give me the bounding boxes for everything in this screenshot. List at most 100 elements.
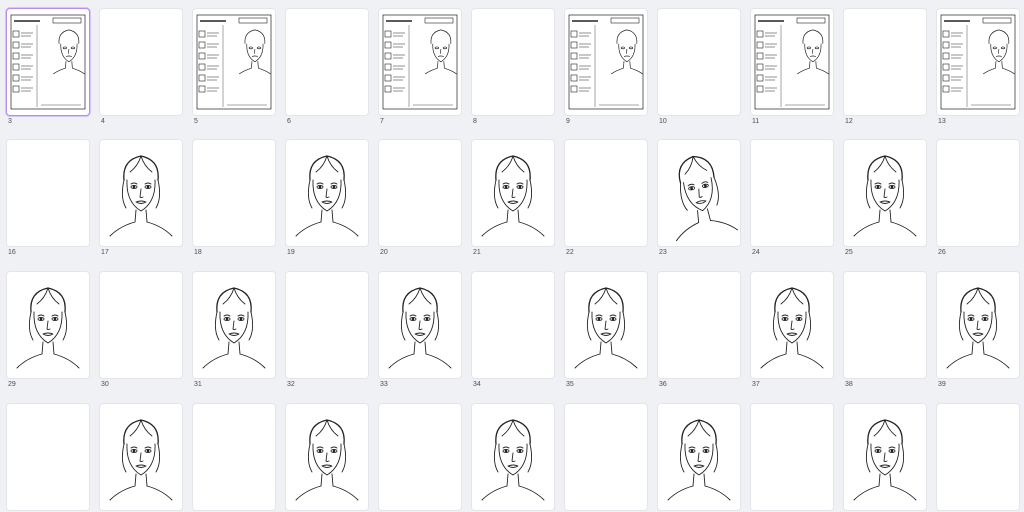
page-number-label: 16 — [8, 249, 16, 256]
blank-page-thumbnail[interactable] — [193, 140, 275, 246]
blank-page-thumbnail[interactable] — [286, 272, 368, 378]
page-thumbnail[interactable] — [100, 404, 182, 510]
blank-page-thumbnail[interactable] — [844, 272, 926, 378]
page-thumbnail[interactable] — [565, 9, 647, 115]
face-line-art-icon — [379, 272, 461, 378]
face-line-art-icon — [565, 272, 647, 378]
page-thumbnail[interactable] — [844, 140, 926, 246]
page-number-label: 24 — [752, 249, 760, 256]
blank-page-thumbnail[interactable] — [565, 404, 647, 510]
page-number-label: 8 — [473, 118, 477, 125]
page-thumbnail[interactable] — [658, 140, 740, 246]
blank-page-thumbnail[interactable] — [379, 404, 461, 510]
page-number-label: 26 — [938, 249, 946, 256]
page-number-label: 33 — [380, 381, 388, 388]
blank-page-thumbnail[interactable] — [658, 9, 740, 115]
page-thumbnail[interactable] — [844, 404, 926, 510]
page-thumbnail[interactable] — [193, 9, 275, 115]
face-line-art-icon — [193, 272, 275, 378]
makeup-practice-sheet-icon — [751, 9, 833, 115]
page-thumbnail[interactable] — [7, 9, 89, 115]
face-line-art-icon — [937, 272, 1019, 378]
page-thumbnail[interactable] — [937, 9, 1019, 115]
page-number-label: 5 — [194, 118, 198, 125]
blank-page-thumbnail[interactable] — [100, 9, 182, 115]
page-number-label: 37 — [752, 381, 760, 388]
page-number-label: 39 — [938, 381, 946, 388]
blank-page-thumbnail[interactable] — [565, 140, 647, 246]
blank-page-thumbnail[interactable] — [751, 404, 833, 510]
blank-page-thumbnail[interactable] — [658, 272, 740, 378]
page-thumbnail[interactable] — [565, 272, 647, 378]
blank-page-thumbnail[interactable] — [937, 404, 1019, 510]
makeup-practice-sheet-icon — [7, 9, 89, 115]
page-thumbnail-grid: 34 56 7 8 9 10 11 12 13 16 17 18 19 20 2… — [0, 0, 1024, 512]
face-line-art-icon — [7, 272, 89, 378]
blank-page-thumbnail[interactable] — [100, 272, 182, 378]
page-number-label: 31 — [194, 381, 202, 388]
page-number-label: 23 — [659, 249, 667, 256]
page-thumbnail[interactable] — [937, 272, 1019, 378]
face-line-art-icon — [472, 404, 554, 510]
page-thumbnail[interactable] — [286, 404, 368, 510]
blank-page-thumbnail[interactable] — [472, 9, 554, 115]
page-thumbnail[interactable] — [472, 140, 554, 246]
blank-page-thumbnail[interactable] — [379, 140, 461, 246]
face-line-art-icon — [844, 140, 926, 246]
page-number-label: 18 — [194, 249, 202, 256]
makeup-practice-sheet-icon — [379, 9, 461, 115]
page-number-label: 21 — [473, 249, 481, 256]
page-number-label: 11 — [752, 118, 760, 125]
page-number-label: 30 — [101, 381, 109, 388]
page-thumbnail[interactable] — [751, 9, 833, 115]
page-number-label: 20 — [380, 249, 388, 256]
page-number-label: 17 — [101, 249, 109, 256]
face-line-art-icon — [658, 404, 740, 510]
face-line-art-icon — [286, 404, 368, 510]
blank-page-thumbnail[interactable] — [286, 9, 368, 115]
page-thumbnail[interactable] — [658, 404, 740, 510]
makeup-practice-sheet-icon — [937, 9, 1019, 115]
page-number-label: 3 — [8, 118, 12, 125]
face-line-art-icon — [658, 140, 740, 246]
face-line-art-icon — [100, 404, 182, 510]
page-number-label: 12 — [845, 118, 853, 125]
page-number-label: 22 — [566, 249, 574, 256]
blank-page-thumbnail[interactable] — [751, 140, 833, 246]
page-number-label: 29 — [8, 381, 16, 388]
page-number-label: 4 — [101, 118, 105, 125]
page-number-label: 19 — [287, 249, 295, 256]
page-thumbnail[interactable] — [379, 272, 461, 378]
blank-page-thumbnail[interactable] — [7, 140, 89, 246]
page-thumbnail[interactable] — [193, 272, 275, 378]
page-number-label: 9 — [566, 118, 570, 125]
page-thumbnail[interactable] — [379, 9, 461, 115]
page-thumbnail[interactable] — [286, 140, 368, 246]
page-number-label: 10 — [659, 118, 667, 125]
face-line-art-icon — [751, 272, 833, 378]
page-thumbnail[interactable] — [7, 272, 89, 378]
blank-page-thumbnail[interactable] — [7, 404, 89, 510]
page-number-label: 38 — [845, 381, 853, 388]
page-number-label: 25 — [845, 249, 853, 256]
page-number-label: 36 — [659, 381, 667, 388]
page-number-label: 6 — [287, 118, 291, 125]
page-thumbnail[interactable] — [100, 140, 182, 246]
blank-page-thumbnail[interactable] — [193, 404, 275, 510]
face-line-art-icon — [844, 404, 926, 510]
page-number-label: 34 — [473, 381, 481, 388]
page-number-label: 7 — [380, 118, 384, 125]
face-line-art-icon — [100, 140, 182, 246]
blank-page-thumbnail[interactable] — [937, 140, 1019, 246]
page-thumbnail[interactable] — [751, 272, 833, 378]
page-number-label: 35 — [566, 381, 574, 388]
page-number-label: 32 — [287, 381, 295, 388]
face-line-art-icon — [286, 140, 368, 246]
makeup-practice-sheet-icon — [193, 9, 275, 115]
face-line-art-icon — [472, 140, 554, 246]
page-number-label: 13 — [938, 118, 946, 125]
blank-page-thumbnail[interactable] — [844, 9, 926, 115]
makeup-practice-sheet-icon — [565, 9, 647, 115]
page-thumbnail[interactable] — [472, 404, 554, 510]
blank-page-thumbnail[interactable] — [472, 272, 554, 378]
